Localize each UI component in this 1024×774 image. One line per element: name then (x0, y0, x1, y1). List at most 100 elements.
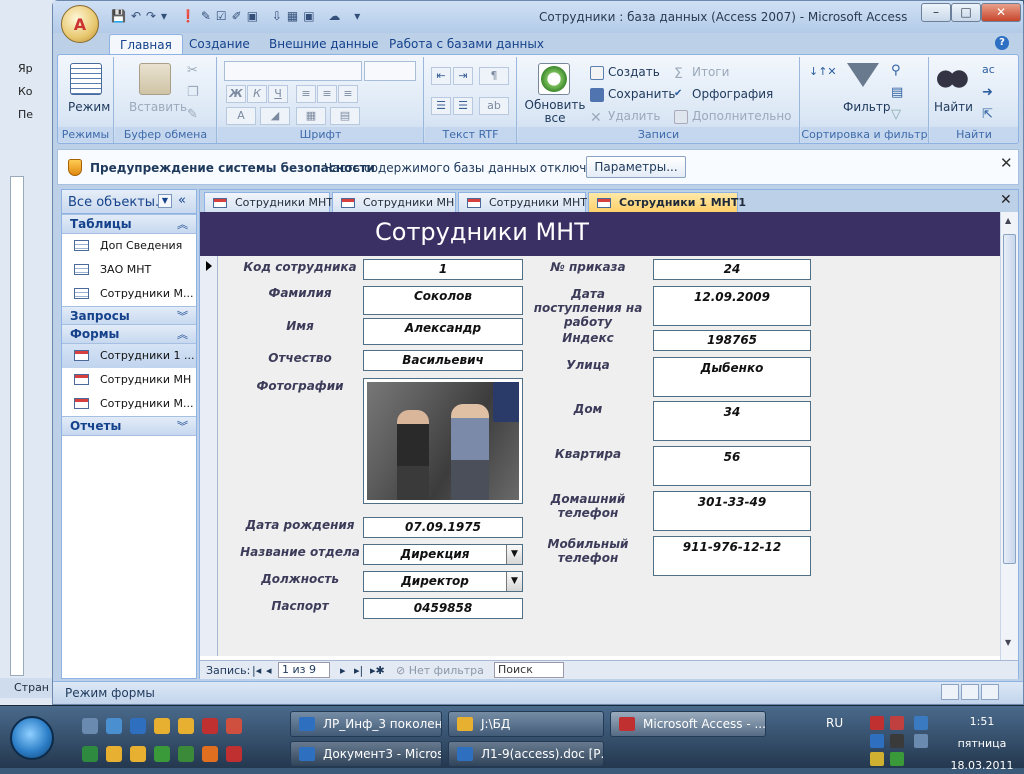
last-record-icon[interactable]: ▸| (354, 664, 363, 677)
vertical-scrollbar[interactable]: ▲ ▼ (1000, 212, 1018, 662)
nav-group-forms[interactable]: Формы ︽ (62, 324, 196, 344)
tab-external-data[interactable]: Внешние данные (269, 34, 378, 54)
nav-item-table-1[interactable]: Доп Сведения (62, 234, 196, 258)
indent-icon[interactable]: ⇤ (431, 67, 451, 85)
last-name-field[interactable]: Соколов (363, 286, 523, 315)
font-color-button[interactable]: A (226, 107, 256, 125)
app-icon[interactable] (154, 746, 170, 762)
bg-item-1[interactable]: Яр (18, 62, 33, 75)
nav-header[interactable]: Все объекты... ▼ « (62, 190, 196, 214)
dropdown-arrow-icon[interactable]: ▼ (506, 572, 522, 591)
patronymic-field[interactable]: Васильевич (363, 350, 523, 371)
nav-item-form-1[interactable]: Сотрудники 1 ... (62, 344, 196, 368)
font-name-select[interactable] (224, 61, 362, 81)
explorer-icon[interactable] (154, 718, 170, 734)
close-document-icon[interactable]: ✕ (1000, 192, 1012, 208)
hire-date-field[interactable]: 12.09.2009 (653, 286, 811, 326)
passport-field[interactable]: 0459858 (363, 598, 523, 619)
align-left-icon[interactable]: ≡ (296, 85, 316, 103)
bg-item-3[interactable]: Пе (18, 108, 33, 121)
home-phone-field[interactable]: 301-33-49 (653, 491, 811, 531)
underline-button[interactable]: Ч (268, 85, 288, 103)
help-icon[interactable]: ? (995, 36, 1009, 50)
excel-icon[interactable] (82, 746, 98, 762)
search-input[interactable]: Поиск (494, 662, 564, 678)
volume-icon[interactable] (914, 734, 928, 748)
scrollbar-thumb[interactable] (1003, 234, 1016, 564)
doc-tab-1[interactable]: Сотрудники МНТ (204, 192, 333, 212)
access-icon[interactable] (202, 718, 218, 734)
collapse-pane-icon[interactable]: « (178, 193, 186, 208)
nav-title[interactable]: Все объекты... (68, 195, 167, 210)
app-icon[interactable] (226, 718, 242, 734)
new-record-icon[interactable]: ▸✱ (370, 664, 385, 677)
first-record-icon[interactable]: |◂ (252, 664, 261, 677)
filter-status[interactable]: ⊘ Нет фильтра (396, 664, 484, 677)
order-number-field[interactable]: 24 (653, 259, 811, 280)
refresh-all-button[interactable]: Обновить все (524, 99, 586, 125)
advanced-filter-icon[interactable]: ▤ (891, 85, 903, 100)
taskbar-button-2[interactable]: J:\БД (448, 711, 604, 737)
alt-fill-icon[interactable]: ▤ (330, 107, 360, 125)
scroll-down-icon[interactable]: ▼ (1005, 638, 1011, 647)
delete-record-button[interactable]: ✕ Удалить (590, 109, 661, 126)
tab-home[interactable]: Главная (109, 34, 183, 54)
bold-button[interactable]: Ж (226, 85, 246, 103)
nav-group-reports[interactable]: Отчеты ︾ (62, 416, 196, 436)
tray-icon[interactable] (890, 734, 904, 748)
maximize-button[interactable]: □ (951, 3, 981, 22)
view-button[interactable]: Режим (68, 100, 110, 114)
layout-view-icon[interactable] (961, 684, 979, 700)
paste-button[interactable]: Вставить (129, 100, 187, 114)
goto-icon[interactable]: ➜ (982, 85, 993, 100)
department-combo[interactable]: Дирекция ▼ (363, 544, 523, 565)
toggle-filter-icon[interactable]: ▽ (891, 107, 901, 122)
align-right-icon[interactable]: ≡ (338, 85, 358, 103)
paragraph-icon[interactable]: ¶ (479, 67, 509, 85)
birth-date-field[interactable]: 07.09.1975 (363, 517, 523, 538)
nav-item-form-2[interactable]: Сотрудники МН (62, 368, 196, 392)
cut-icon[interactable]: ✂ (187, 63, 198, 78)
doc-tab-4-active[interactable]: Сотрудники 1 МНТ1 (588, 192, 746, 212)
save-record-button[interactable]: Сохранить (590, 87, 676, 102)
apartment-field[interactable]: 56 (653, 446, 811, 486)
position-combo[interactable]: Директор ▼ (363, 571, 523, 592)
tray-icon[interactable] (870, 752, 884, 766)
prev-record-icon[interactable]: ◂ (266, 664, 272, 677)
dropdown-arrow-icon[interactable]: ▼ (506, 545, 522, 564)
totals-button[interactable]: Σ Итоги (674, 65, 729, 82)
design-view-icon[interactable] (981, 684, 999, 700)
fill-color-icon[interactable]: ◢ (260, 107, 290, 125)
tray-icon[interactable] (870, 716, 884, 730)
quick-access-toolbar[interactable]: 💾↶↷▾ ❗✎☑✐▣ ⇩▦▣ ☁ ▾ (111, 9, 511, 25)
bullet-list-icon[interactable]: ☰ (453, 97, 473, 115)
employee-id-field[interactable]: 1 (363, 259, 523, 280)
taskbar-button-4[interactable]: Документ3 - Micros... (290, 741, 442, 767)
gridlines-icon[interactable]: ▦ (296, 107, 326, 125)
outdent-icon[interactable]: ⇥ (453, 67, 473, 85)
bg-item-2[interactable]: Ко (18, 85, 33, 98)
nav-item-form-3[interactable]: Сотрудники М... (62, 392, 196, 416)
start-button[interactable] (10, 716, 54, 760)
close-icon[interactable]: ✕ (1000, 154, 1013, 172)
doc-tab-2[interactable]: Сотрудники МН (332, 192, 456, 212)
form-view-icon[interactable] (941, 684, 959, 700)
app-icon[interactable] (226, 746, 242, 762)
taskbar-button-5[interactable]: Л1-9(access).doc [Р... (448, 741, 604, 767)
find-button[interactable]: Найти (934, 100, 973, 114)
tray-icon[interactable] (870, 734, 884, 748)
selection-filter-icon[interactable]: ⚲ (891, 63, 901, 78)
firefox-icon[interactable] (202, 746, 218, 762)
tray-icon[interactable] (890, 716, 904, 730)
close-button[interactable]: ✕ (981, 3, 1021, 22)
scroll-up-icon[interactable]: ▲ (1005, 216, 1011, 225)
first-name-field[interactable]: Александр (363, 318, 523, 345)
house-field[interactable]: 34 (653, 401, 811, 441)
app-icon[interactable] (178, 746, 194, 762)
italic-button[interactable]: К (247, 85, 267, 103)
tab-create[interactable]: Создание (189, 34, 250, 54)
network-icon[interactable] (914, 716, 928, 730)
spelling-button[interactable]: ✔ Орфография (674, 87, 773, 102)
tray-icon[interactable] (890, 752, 904, 766)
street-field[interactable]: Дыбенко (653, 357, 811, 397)
